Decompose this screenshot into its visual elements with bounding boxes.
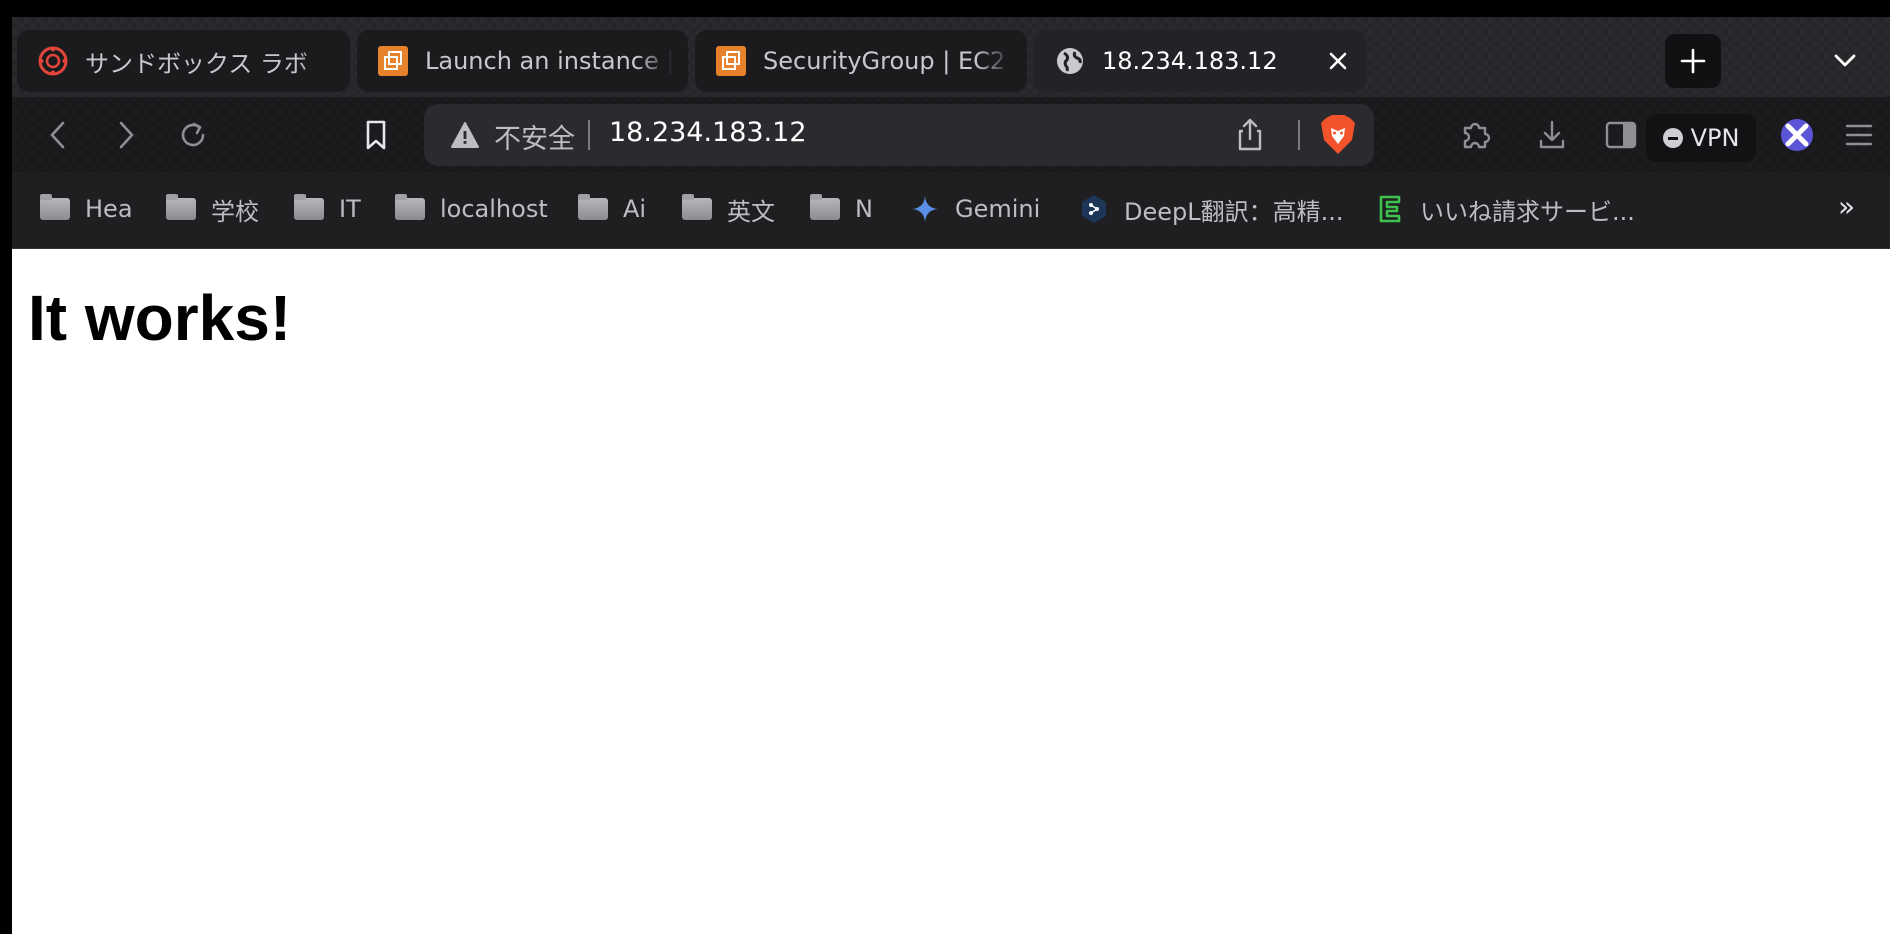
aws-ec2-icon: [377, 45, 409, 77]
bookmark-label: Hea: [85, 195, 133, 223]
folder-icon: [809, 194, 841, 222]
security-status-label[interactable]: 不安全: [494, 117, 575, 156]
warning-icon[interactable]: [450, 120, 480, 150]
page-content: It works!: [12, 249, 1890, 934]
bookmark-folder-it[interactable]: IT: [293, 192, 361, 226]
chevron-left-icon: [50, 121, 65, 149]
address-bar[interactable]: 不安全 18.234.183.12: [424, 104, 1374, 166]
bookmark-deepl[interactable]: DeepL翻訳：高精...: [1078, 192, 1344, 226]
bookmark-label: IT: [339, 195, 361, 223]
download-icon: [1539, 120, 1565, 149]
evernote-icon: [1374, 195, 1406, 223]
aws-ec2-icon: [715, 45, 747, 77]
vpn-button[interactable]: VPN: [1646, 114, 1756, 162]
avatar: [1781, 119, 1813, 151]
tab-title: サンドボックス ラボ: [85, 49, 308, 78]
bookmark-evernote[interactable]: いいね請求サービ...: [1374, 192, 1635, 226]
forward-button[interactable]: [106, 115, 146, 155]
profile-button[interactable]: [1777, 115, 1817, 155]
bookmark-label: いいね請求サービ...: [1420, 197, 1635, 226]
browser-window: サンドボックス ラボ Launch an instance | EC2 | us…: [12, 17, 1890, 934]
bookmark-label: localhost: [440, 195, 548, 223]
folder-icon: [394, 194, 426, 222]
vpn-label: VPN: [1690, 124, 1740, 152]
bookmark-label: 学校: [211, 197, 259, 226]
divider: [588, 120, 590, 150]
bookmark-button[interactable]: [356, 115, 396, 155]
tab-launch-instance[interactable]: Launch an instance | EC2 | us-east-1: [357, 30, 688, 92]
tab-title: 18.234.183.12: [1102, 47, 1278, 75]
bookmark-gemini[interactable]: Gemini: [909, 192, 1040, 226]
reload-button[interactable]: [173, 115, 213, 155]
bookmark-label: Gemini: [955, 195, 1041, 223]
tab-strip: サンドボックス ラボ Launch an instance | EC2 | us…: [12, 17, 1890, 97]
bookmark-icon: [366, 120, 386, 150]
url-text[interactable]: 18.234.183.12: [609, 117, 807, 148]
bookmark-folder-localhost[interactable]: localhost: [394, 192, 548, 226]
bookmark-folder-n[interactable]: N: [809, 192, 873, 226]
page-heading: It works!: [28, 282, 292, 354]
canvas-lms-icon: [37, 45, 69, 77]
hamburger-menu-icon: [1845, 124, 1873, 146]
folder-icon: [293, 194, 325, 222]
sidebar-icon: [1605, 121, 1637, 149]
folder-icon: [165, 194, 197, 222]
bookmark-label: DeepL翻訳：高精...: [1124, 197, 1344, 226]
folder-icon: [681, 194, 713, 222]
sidebar-button[interactable]: [1601, 115, 1641, 155]
brave-shields-icon[interactable]: [1318, 114, 1358, 156]
divider: [1298, 120, 1300, 150]
reload-icon: [181, 122, 205, 147]
gemini-icon: [909, 196, 941, 222]
bookmark-label: N: [855, 195, 873, 223]
tab-title: Launch an instance | EC2 | us-east-1: [425, 47, 674, 75]
folder-icon: [577, 194, 609, 222]
bookmark-label: 英文: [727, 197, 775, 226]
vpn-status-icon: [1662, 128, 1683, 148]
close-icon[interactable]: [1324, 47, 1352, 75]
extensions-button[interactable]: [1456, 115, 1496, 155]
bookmark-folder-english[interactable]: 英文: [681, 192, 775, 226]
tab-ip-address[interactable]: 18.234.183.12: [1034, 30, 1366, 92]
folder-icon: [39, 194, 71, 222]
bookmark-folder-ai[interactable]: Ai: [577, 192, 646, 226]
tab-security-group[interactable]: SecurityGroup | EC2 | us-east-1: [695, 30, 1027, 92]
chevron-down-icon: [1834, 54, 1856, 67]
chevron-right-icon: [119, 121, 134, 149]
deepl-icon: [1078, 195, 1110, 223]
plus-icon: [1680, 48, 1706, 74]
tab-sandbox-lab[interactable]: サンドボックス ラボ: [17, 30, 350, 92]
bookmark-folder-school[interactable]: 学校: [165, 192, 259, 226]
menu-button[interactable]: [1839, 115, 1879, 155]
globe-icon: [1054, 45, 1086, 77]
share-icon[interactable]: [1232, 117, 1268, 153]
bookmark-folder-hea[interactable]: Hea: [39, 192, 133, 226]
bookmarks-overflow-button[interactable]: »: [1838, 190, 1855, 223]
navigation-toolbar: 不安全 18.234.183.12 VPN: [12, 97, 1890, 172]
bookmarks-bar: Hea 学校 IT localhost Ai 英文 N Gemini DeepL…: [12, 172, 1890, 249]
bookmark-label: Ai: [623, 195, 647, 223]
new-tab-button[interactable]: [1665, 34, 1721, 88]
puzzle-icon: [1463, 122, 1491, 149]
back-button[interactable]: [38, 115, 78, 155]
downloads-button[interactable]: [1532, 115, 1572, 155]
tab-list-button[interactable]: [1827, 45, 1863, 77]
tab-title: SecurityGroup | EC2 | us-east-1: [763, 47, 1013, 75]
